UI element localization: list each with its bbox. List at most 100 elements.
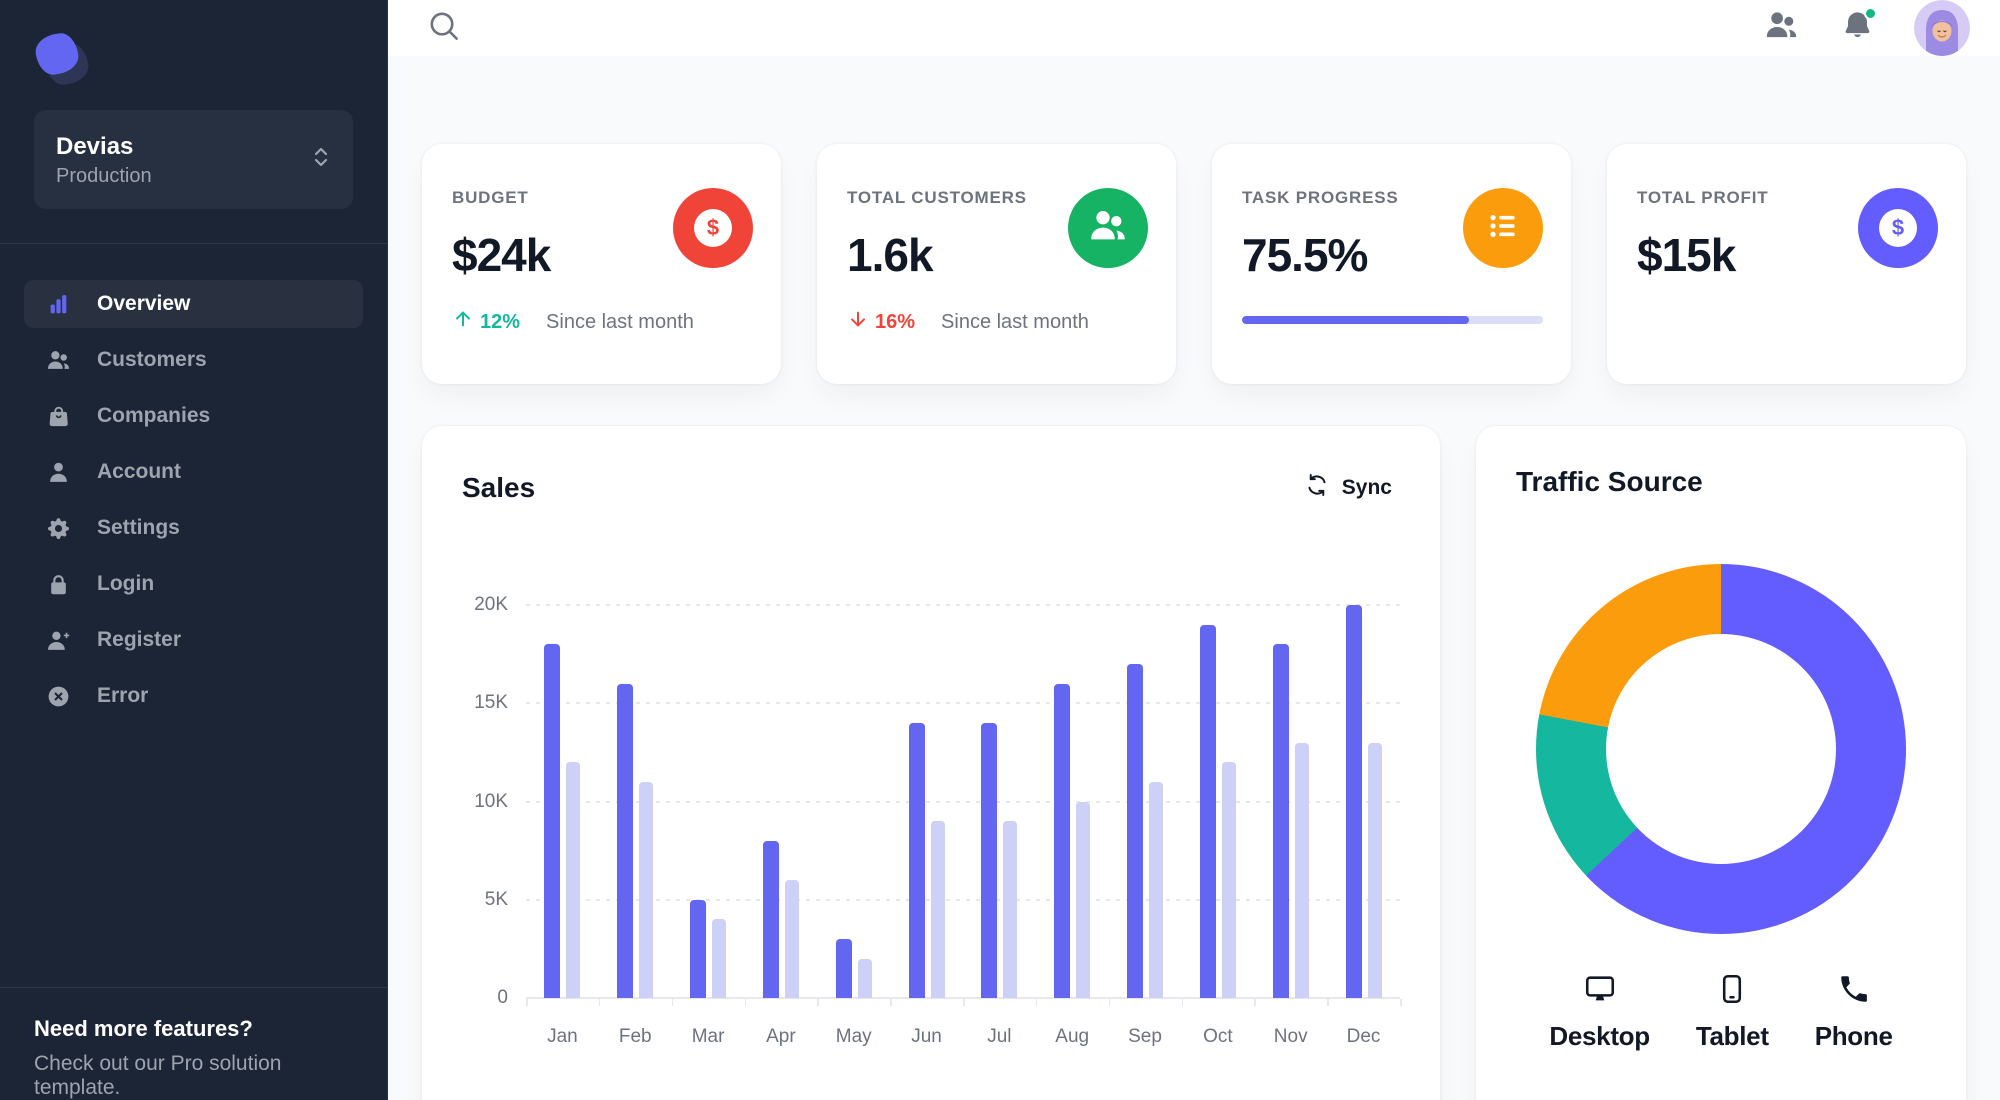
bar-this-year (981, 722, 998, 998)
sidebar-item-label: Account (97, 460, 181, 483)
logo[interactable] (0, 0, 387, 92)
bar-this-year (1054, 683, 1071, 998)
x-axis-tick (744, 998, 746, 1006)
bar-last-year (1221, 762, 1236, 998)
sidebar-item-login[interactable]: Login (24, 560, 363, 608)
sync-button[interactable]: Sync (1296, 466, 1400, 510)
trend-value: 12% (480, 310, 521, 333)
x-axis-tick (1254, 998, 1256, 1006)
avatar[interactable] (1914, 0, 1970, 56)
users-icon (1764, 8, 1799, 48)
bar-this-year (908, 722, 925, 998)
notifications-button[interactable] (1832, 3, 1882, 53)
x-axis-tick (1181, 998, 1183, 1006)
sidebar-item-label: Customers (97, 348, 207, 371)
x-tick-label: Jan (547, 1026, 578, 1047)
stat-icon-circle: $ (1858, 188, 1938, 268)
task-progress-bar (1242, 316, 1543, 324)
x-axis-tick (1400, 998, 1402, 1006)
x-axis-tick (1035, 998, 1038, 1006)
x-axis-tick (1108, 998, 1111, 1006)
stat-icon-circle (1068, 188, 1148, 268)
chart-bar-icon (46, 292, 71, 317)
users-icon (46, 348, 71, 373)
sidebar-item-label: Login (97, 572, 155, 595)
legend-label: Desktop (1549, 1021, 1650, 1051)
traffic-source-card: Traffic Source Desktop Tablet Phone (1476, 426, 1966, 1100)
bar-this-year (1199, 624, 1216, 998)
sync-label: Sync (1341, 476, 1392, 499)
list-bullets-icon (1483, 206, 1523, 251)
sidebar-item-label: Error (97, 684, 149, 707)
bar-group (526, 605, 599, 998)
sidebar-item-overview[interactable]: Overview (24, 280, 363, 328)
x-tick-label: Feb (618, 1026, 652, 1047)
x-tick-label: Sep (1128, 1026, 1162, 1047)
x-axis-tick (963, 998, 965, 1006)
sales-title: Sales (462, 472, 536, 503)
sync-icon (1304, 472, 1330, 504)
bar-last-year (639, 781, 654, 998)
contacts-button[interactable] (1756, 3, 1806, 53)
bar-last-year (857, 958, 872, 998)
workspace-environment: Production (56, 164, 152, 187)
phone-icon (1837, 972, 1871, 1011)
bar-last-year (1367, 742, 1382, 998)
workspace-selector[interactable]: Devias Production (34, 110, 353, 209)
stat-card-budget: BUDGET $24k $ 12% Since last month (422, 144, 781, 384)
sales-bars (526, 605, 1400, 998)
sidebar-item-error[interactable]: Error (24, 672, 363, 720)
x-tick-label: Dec (1346, 1026, 1381, 1047)
sidebar-item-label: Overview (97, 292, 191, 315)
y-tick-label: 20K (474, 594, 508, 615)
y-tick-label: 0 (497, 987, 508, 1008)
bar-group (599, 605, 672, 998)
sidebar-footer-title: Need more features? (34, 1016, 253, 1041)
sidebar-item-label: Settings (97, 516, 180, 539)
sidebar-footer-subtitle: Check out our Pro solution template. (34, 1052, 282, 1099)
sidebar-item-settings[interactable]: Settings (24, 504, 363, 552)
tablet-icon (1715, 972, 1749, 1011)
stat-icon-circle (1463, 188, 1543, 268)
user-icon (46, 460, 71, 485)
bar-this-year (835, 939, 852, 998)
x-tick-label: Mar (691, 1026, 725, 1047)
stats-row: BUDGET $24k $ 12% Since last month TOTAL… (422, 144, 1966, 384)
sales-plot (526, 604, 1402, 1006)
sidebar-item-companies[interactable]: Companies (24, 392, 363, 440)
sidebar-nav: Overview Customers Companies Account Set… (0, 244, 387, 720)
trend-value: 16% (875, 310, 916, 333)
dollar-icon: $ (1879, 209, 1917, 247)
x-axis-tick (1327, 998, 1329, 1006)
task-progress-fill (1242, 316, 1470, 324)
bar-this-year (1345, 605, 1362, 998)
bar-group (1036, 605, 1109, 998)
legend-label: Tablet (1695, 1021, 1769, 1051)
sidebar-item-customers[interactable]: Customers (24, 336, 363, 384)
bar-group (1109, 605, 1182, 998)
legend-item-phone: Phone (1815, 972, 1893, 1052)
gear-icon (46, 516, 71, 541)
bar-last-year (566, 762, 581, 998)
x-axis-tick (526, 998, 528, 1006)
arrow-down-icon (847, 308, 869, 336)
search-button[interactable] (418, 3, 468, 53)
notification-badge (1864, 7, 1877, 20)
bar-this-year (690, 899, 707, 998)
bar-last-year (1003, 821, 1018, 998)
x-tick-label: Apr (766, 1026, 796, 1047)
bar-group (1327, 605, 1400, 998)
legend-item-desktop: Desktop (1549, 972, 1650, 1052)
sales-y-axis: 20K 15K 10K 5K 0 (462, 594, 526, 1008)
x-axis-tick (671, 998, 674, 1006)
traffic-legend: Desktop Tablet Phone (1516, 972, 1926, 1052)
sidebar-item-account[interactable]: Account (24, 448, 363, 496)
bar-group (1254, 605, 1327, 998)
sidebar-footer: Need more features? Check out our Pro so… (0, 988, 387, 1100)
sidebar-item-register[interactable]: Register (24, 616, 363, 664)
x-circle-icon (46, 684, 71, 709)
dollar-icon: $ (694, 209, 732, 247)
y-tick-label: 10K (474, 790, 508, 812)
stat-icon-circle: $ (673, 188, 753, 268)
x-tick-label: Nov (1273, 1026, 1308, 1047)
